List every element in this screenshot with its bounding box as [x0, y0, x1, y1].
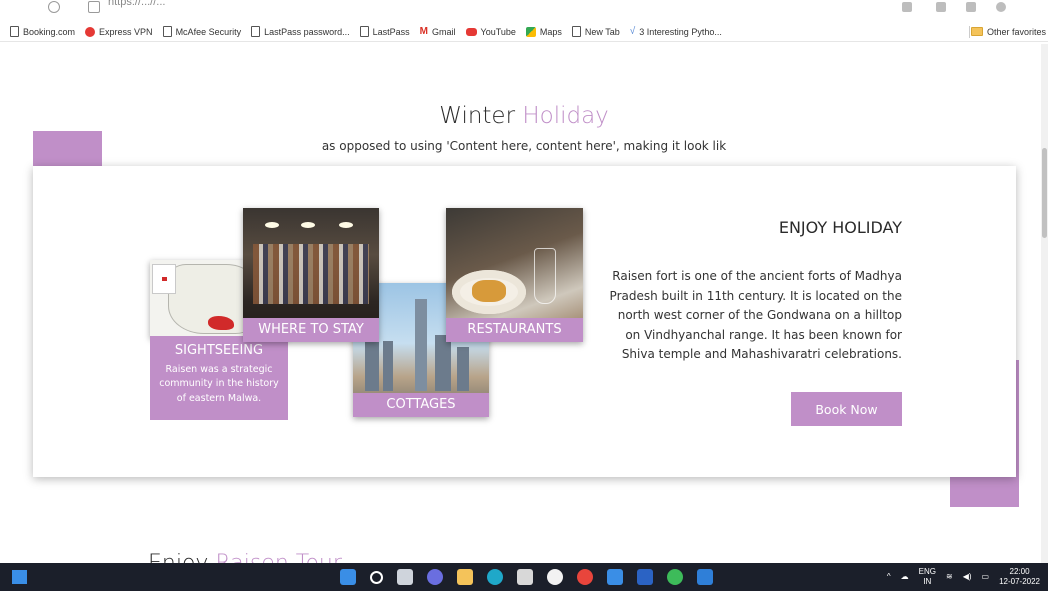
bookmark-lastpass[interactable]: LastPass — [359, 26, 410, 37]
bookmark-lastpass-password[interactable]: LastPass password... — [251, 26, 350, 37]
skyline-building — [383, 341, 393, 391]
wine-glass — [534, 248, 556, 304]
food — [472, 280, 506, 302]
start-icon[interactable] — [340, 569, 356, 585]
browser-toolbar: https://...//... — [0, 0, 1048, 20]
where-to-stay-label: WHERE TO STAY — [243, 318, 379, 342]
enjoy-holiday-description: Raisen fort is one of the ancient forts … — [609, 269, 902, 361]
chrome-icon[interactable] — [577, 569, 593, 585]
enjoy-holiday-heading: ENJOY HOLIDAY — [778, 218, 902, 237]
volume-icon[interactable]: ◀) — [963, 572, 972, 582]
bookmark-new-tab[interactable]: New Tab — [571, 26, 620, 37]
edge-icon[interactable] — [487, 569, 503, 585]
bookmark-booking[interactable]: Booking.com — [10, 26, 75, 37]
section-title: Winter Holiday — [439, 103, 609, 129]
book-now-button[interactable]: Book Now — [791, 392, 902, 426]
clothing-rack — [253, 244, 369, 304]
bookmarks-divider — [969, 26, 970, 38]
bookmark-youtube[interactable]: YouTube — [465, 27, 516, 37]
github-icon[interactable] — [547, 569, 563, 585]
vscode-icon[interactable] — [607, 569, 623, 585]
ceiling-light — [301, 222, 315, 228]
favorites-icon[interactable] — [936, 2, 946, 12]
taskbar-apps — [340, 563, 727, 591]
page-icon — [162, 26, 172, 37]
bookmark-mcafee[interactable]: McAfee Security — [162, 26, 241, 37]
decorative-block-left — [33, 131, 102, 171]
profile-icon[interactable] — [996, 2, 1006, 12]
tray-chevron-icon[interactable]: ^ — [887, 572, 891, 582]
store-icon[interactable] — [517, 569, 533, 585]
page-icon — [359, 26, 369, 37]
wifi-icon[interactable]: ≋ — [946, 572, 953, 582]
folder-icon — [970, 27, 983, 36]
file-explorer-icon[interactable] — [457, 569, 473, 585]
restaurants-tile[interactable]: RESTAURANTS — [446, 208, 583, 342]
address-bar[interactable]: https://...//... — [108, 0, 165, 8]
restaurants-label: RESTAURANTS — [446, 318, 583, 342]
maps-icon — [525, 26, 536, 37]
cottages-label: COTTAGES — [353, 393, 489, 417]
bookmark-python[interactable]: √ 3 Interesting Pytho... — [630, 26, 722, 37]
other-favorites[interactable]: Other favorites — [970, 27, 1046, 37]
skyline-building — [415, 299, 427, 391]
scrollbar-thumb[interactable] — [1042, 148, 1047, 238]
battery-icon[interactable]: ▭ — [982, 572, 990, 582]
section-subtitle: as opposed to using 'Content here, conte… — [321, 139, 727, 153]
sightseeing-card[interactable]: SIGHTSEEING Raisen was a strategic commu… — [150, 336, 288, 420]
chat-icon[interactable] — [427, 569, 443, 585]
system-tray: ^ ☁ ENG IN ≋ ◀) ▭ 22:00 12-07-2022 — [877, 566, 1040, 588]
whatsapp-icon[interactable] — [667, 569, 683, 585]
district-highlight — [208, 316, 234, 330]
search-icon[interactable] — [370, 570, 383, 584]
expressvpn-icon — [85, 26, 96, 37]
where-to-stay-tile[interactable]: WHERE TO STAY — [243, 208, 379, 342]
python-icon: √ — [629, 26, 636, 37]
clock[interactable]: 22:00 12-07-2022 — [999, 567, 1040, 587]
language-indicator[interactable]: ENG IN — [919, 567, 936, 587]
page-scrollbar[interactable] — [1041, 44, 1048, 564]
reload-icon[interactable] — [48, 1, 60, 13]
bookmarks-bar: Booking.com Express VPN McAfee Security … — [0, 22, 1048, 42]
gmail-icon: M — [419, 26, 429, 37]
ceiling-light — [265, 222, 279, 228]
page-icon — [571, 26, 581, 37]
youtube-icon — [465, 27, 477, 36]
widgets-icon[interactable] — [12, 570, 27, 584]
page-icon — [10, 26, 19, 37]
collections-icon[interactable] — [966, 2, 976, 12]
home-icon[interactable] — [88, 1, 100, 13]
photos-icon[interactable] — [697, 569, 713, 585]
skyline-building — [435, 335, 451, 391]
task-view-icon[interactable] — [397, 569, 413, 585]
bookmark-expressvpn[interactable]: Express VPN — [85, 26, 153, 37]
windows-taskbar: ^ ☁ ENG IN ≋ ◀) ▭ 22:00 12-07-2022 — [0, 563, 1048, 591]
bookmark-maps[interactable]: Maps — [525, 26, 562, 37]
ceiling-light — [339, 222, 353, 228]
india-inset-map — [152, 264, 176, 294]
word-icon[interactable] — [637, 569, 653, 585]
bookmark-gmail[interactable]: M Gmail — [420, 26, 456, 37]
skyline-building — [457, 347, 469, 391]
onedrive-icon[interactable]: ☁ — [901, 572, 909, 582]
extensions-icon[interactable] — [902, 2, 912, 12]
page-icon — [251, 26, 261, 37]
